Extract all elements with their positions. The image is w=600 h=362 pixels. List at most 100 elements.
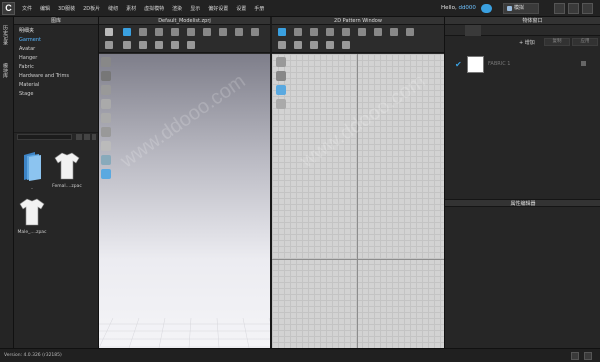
menu-preferences[interactable]: 偏好设置 <box>208 5 228 12</box>
thumbnail-female[interactable]: Femal....zpac <box>52 152 82 189</box>
button-icon[interactable] <box>187 41 195 49</box>
view-toggle-icon[interactable] <box>92 134 96 140</box>
menu-settings[interactable]: 设置 <box>236 5 246 12</box>
minimize-icon[interactable] <box>554 3 565 14</box>
refresh-icon[interactable] <box>76 134 82 140</box>
apply-button[interactable]: 应用 <box>572 38 598 46</box>
tab-button-icon[interactable] <box>483 25 499 36</box>
texture-display-icon[interactable] <box>101 99 111 109</box>
tab-fabric-icon[interactable] <box>465 25 481 36</box>
tab-history[interactable]: 历史记录 <box>2 25 9 45</box>
thumbnail-male[interactable]: Male_....zpac <box>17 198 47 235</box>
fabric-swatch[interactable] <box>467 56 484 73</box>
pattern-display-icon[interactable] <box>276 57 286 67</box>
grain-icon[interactable] <box>406 28 414 36</box>
free-sew-icon[interactable] <box>294 41 302 49</box>
add-folder-icon[interactable] <box>84 134 90 140</box>
circle-icon[interactable] <box>342 28 350 36</box>
cloud-icon[interactable] <box>481 4 492 13</box>
tree-item-stage[interactable]: Stage <box>17 90 95 99</box>
simulate-button[interactable]: 模拟 <box>503 3 539 14</box>
object-browser-title: 物体窗口 <box>445 17 600 25</box>
menu-file[interactable]: 文件 <box>22 5 32 12</box>
3d-canvas[interactable] <box>99 54 271 348</box>
app-logo[interactable]: C <box>2 2 15 15</box>
2d-canvas[interactable] <box>272 54 444 348</box>
dart-icon[interactable] <box>374 28 382 36</box>
camera-icon[interactable] <box>101 169 111 179</box>
username[interactable]: dd000 <box>458 5 475 11</box>
thumbnail-label: .. <box>30 186 34 191</box>
fold-icon[interactable] <box>155 28 163 36</box>
avatar-icon[interactable] <box>203 28 211 36</box>
menu-display[interactable]: 显示 <box>190 5 200 12</box>
menu-manual[interactable]: 手册 <box>254 5 264 12</box>
tree-root[interactable]: 明细夹 <box>17 27 95 36</box>
edit-pattern-icon[interactable] <box>294 28 302 36</box>
garment-display-icon[interactable] <box>101 85 111 95</box>
view-mode-icon[interactable] <box>101 57 111 67</box>
check-sew-icon[interactable] <box>310 41 318 49</box>
thumbnail-folder[interactable]: .. <box>17 152 47 191</box>
version-text: Version: 4.0.326 (r32185) <box>4 353 62 358</box>
left-tab-strip: 历史记录 模块库 <box>0 17 14 348</box>
copy-button[interactable]: 复制 <box>544 38 570 46</box>
tab-modules[interactable]: 模块库 <box>2 63 9 78</box>
tab-topstitch-icon[interactable] <box>581 25 597 36</box>
close-icon[interactable] <box>582 3 593 14</box>
add-button[interactable]: + 增加 <box>519 39 535 46</box>
tree-item-hanger[interactable]: Hanger <box>17 54 95 63</box>
vertical-axis <box>357 54 358 348</box>
cut-icon[interactable] <box>139 41 147 49</box>
tree-item-hardware[interactable]: Hardware and Trims <box>17 72 95 81</box>
select-icon[interactable] <box>105 28 113 36</box>
pattern-camera-icon[interactable] <box>276 85 286 95</box>
strain-map-icon[interactable] <box>101 127 111 137</box>
stitch-icon[interactable] <box>155 41 163 49</box>
transform-pattern-icon[interactable] <box>278 28 286 36</box>
tree-item-fabric[interactable]: Fabric <box>17 63 95 72</box>
3d-side-toolbar <box>101 57 115 183</box>
segment-sew-icon[interactable] <box>278 41 286 49</box>
fit-map-icon[interactable] <box>101 141 111 151</box>
avatar-display-icon[interactable] <box>101 71 111 81</box>
lock-icon[interactable] <box>581 61 586 66</box>
menu-render[interactable]: 渲染 <box>172 5 182 12</box>
menu-materials[interactable]: 素材 <box>126 5 136 12</box>
pattern-list-icon[interactable] <box>276 71 286 81</box>
tree-item-material[interactable]: Material <box>17 81 95 90</box>
menu-avatar[interactable]: 虚拟模特 <box>144 5 164 12</box>
texture-icon[interactable] <box>235 28 243 36</box>
thumbnail-label: Male_....zpac <box>17 230 47 235</box>
measure-icon[interactable] <box>187 28 195 36</box>
polygon-icon[interactable] <box>310 28 318 36</box>
pin-icon[interactable] <box>139 28 147 36</box>
tree-item-avatar[interactable]: Avatar <box>17 45 95 54</box>
status-layout-icon[interactable] <box>584 352 592 360</box>
graphic-icon[interactable] <box>342 41 350 49</box>
menu-sewing[interactable]: 缝纫 <box>108 5 118 12</box>
zip-icon[interactable] <box>171 41 179 49</box>
maximize-icon[interactable] <box>568 3 579 14</box>
tree-item-garment[interactable]: Garment <box>17 36 95 45</box>
trim-icon[interactable] <box>251 28 259 36</box>
pattern-ruler-icon[interactable] <box>276 99 286 109</box>
tack-icon[interactable] <box>171 28 179 36</box>
fabric-list-item[interactable]: ✔ FABRIC 1 <box>453 56 593 74</box>
arrange-icon[interactable] <box>105 41 113 49</box>
rectangle-icon[interactable] <box>326 28 334 36</box>
menu-3d-garment[interactable]: 3D服装 <box>58 5 75 12</box>
light-icon[interactable] <box>101 155 111 165</box>
menu-edit[interactable]: 编辑 <box>40 5 50 12</box>
status-settings-icon[interactable] <box>571 352 579 360</box>
seam-icon[interactable] <box>390 28 398 36</box>
mesh-display-icon[interactable] <box>101 113 111 123</box>
library-search-input[interactable] <box>17 134 72 140</box>
transform-icon[interactable] <box>123 41 131 49</box>
fabric-icon[interactable] <box>219 28 227 36</box>
internal-line-icon[interactable] <box>358 28 366 36</box>
texture-edit-icon[interactable] <box>326 41 334 49</box>
tab-graphic-icon[interactable] <box>563 25 579 36</box>
menu-2d-pattern[interactable]: 2D板片 <box>83 5 100 12</box>
move-icon[interactable] <box>123 28 131 36</box>
